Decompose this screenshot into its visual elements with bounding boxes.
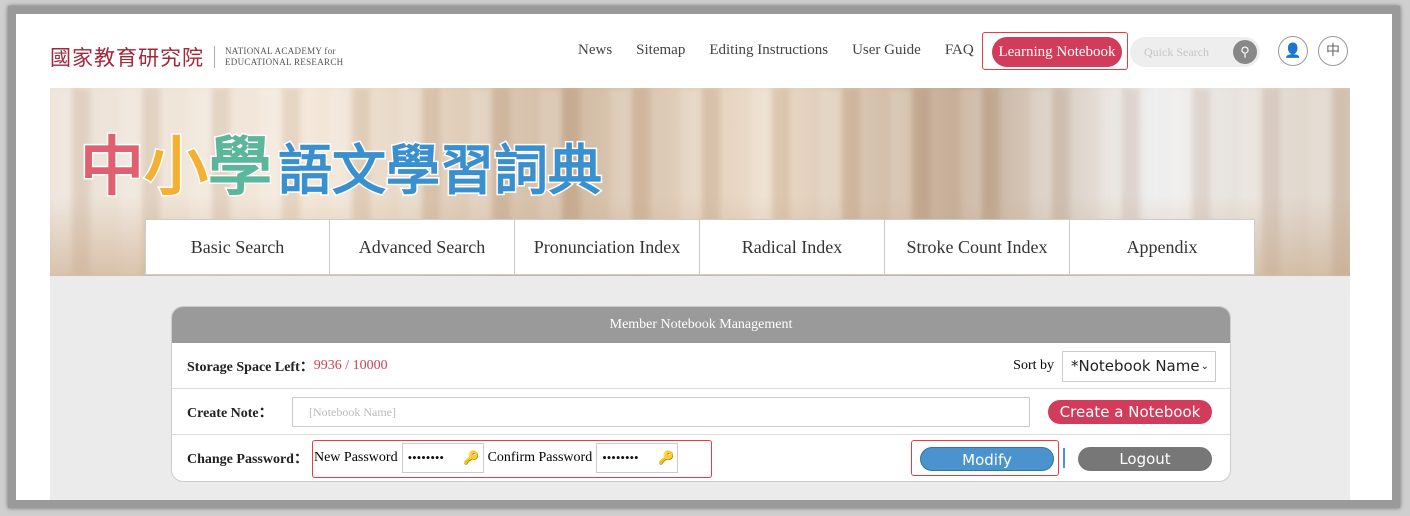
nav-sitemap[interactable]: Sitemap: [636, 42, 685, 59]
page: 國家教育研究院 NATIONAL ACADEMY for EDUCATIONAL …: [16, 14, 1392, 500]
nav-faq[interactable]: FAQ: [945, 42, 974, 59]
create-row: Create Note： [Notebook Name] Create a No…: [172, 389, 1230, 435]
quick-search-input[interactable]: Quick Search ⚲: [1130, 37, 1260, 67]
title-char-2: 小: [143, 130, 210, 207]
learning-notebook-button[interactable]: Learning Notebook: [992, 37, 1122, 67]
tab-basic-search[interactable]: Basic Search: [145, 219, 330, 275]
logo-chinese: 國家教育研究院: [50, 46, 204, 70]
sort-select[interactable]: *Notebook Name ⌄: [1062, 351, 1216, 382]
password-label: Change Password：: [187, 452, 308, 467]
language-toggle[interactable]: 中: [1318, 36, 1348, 66]
browser-frame: 國家教育研究院 NATIONAL ACADEMY for EDUCATIONAL …: [8, 6, 1400, 508]
main-tabs: Basic Search Advanced Search Pronunciati…: [145, 219, 1255, 275]
panel-title: Member Notebook Management: [172, 307, 1230, 343]
divider: [1063, 448, 1065, 468]
sort-label: Sort by: [1013, 358, 1054, 373]
title-subtitle: 語文學習詞典: [277, 138, 604, 204]
user-icon[interactable]: 👤: [1278, 36, 1308, 66]
highlight-box: [312, 440, 712, 478]
nav-editing-instructions[interactable]: Editing Instructions: [709, 42, 828, 59]
tab-pronunciation-index[interactable]: Pronunciation Index: [515, 219, 700, 275]
tab-appendix[interactable]: Appendix: [1070, 219, 1255, 275]
logo-en-line2: EDUCATIONAL RESEARCH: [225, 57, 344, 67]
search-icon[interactable]: ⚲: [1233, 40, 1257, 64]
tab-radical-index[interactable]: Radical Index: [700, 219, 885, 275]
create-notebook-button[interactable]: Create a Notebook: [1048, 400, 1212, 424]
create-label: Create Note：: [187, 405, 273, 421]
nav-news[interactable]: News: [578, 42, 612, 59]
notebook-name-input[interactable]: [Notebook Name]: [292, 396, 1030, 427]
banner-title: 中小學 語文學習詞典: [79, 116, 604, 208]
logo-divider: [214, 46, 215, 68]
search-placeholder: Quick Search: [1144, 45, 1209, 59]
logo[interactable]: 國家教育研究院 NATIONAL ACADEMY for EDUCATIONAL …: [50, 42, 343, 72]
storage-value: 9936 / 10000: [313, 357, 388, 373]
logo-en-line1: NATIONAL ACADEMY for: [225, 46, 336, 56]
title-char-3: 學: [207, 130, 274, 207]
logo-english: NATIONAL ACADEMY for EDUCATIONAL RESEARCH: [225, 46, 343, 68]
chevron-down-icon: ⌄: [1200, 361, 1209, 372]
tab-stroke-count-index[interactable]: Stroke Count Index: [885, 219, 1070, 275]
storage-row: Storage Space Left： 9936 / 10000 Sort by …: [172, 343, 1230, 389]
logout-button[interactable]: Logout: [1078, 447, 1212, 471]
top-nav: News Sitemap Editing Instructions User G…: [578, 42, 998, 59]
highlight-box: [911, 440, 1059, 476]
nav-user-guide[interactable]: User Guide: [852, 42, 921, 59]
sort-value: *Notebook Name: [1071, 357, 1200, 375]
tab-advanced-search[interactable]: Advanced Search: [330, 219, 515, 275]
storage-label: Storage Space Left：: [187, 359, 314, 375]
title-char-1: 中: [79, 130, 146, 207]
